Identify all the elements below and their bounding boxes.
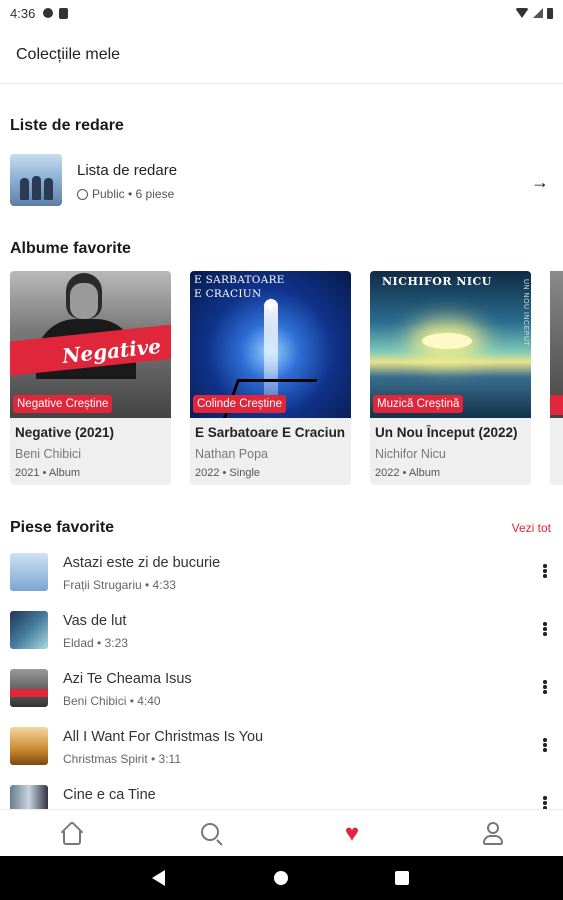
album-artist: Nichifor Nicu bbox=[375, 447, 446, 461]
song-meta: Christmas Spirit • 3:11 bbox=[63, 752, 182, 766]
sync-status-icon bbox=[43, 8, 54, 18]
song-row[interactable]: All I Want For Christmas Is You Christma… bbox=[0, 721, 563, 779]
playlists-heading: Liste de redare bbox=[10, 117, 124, 134]
playlist-meta: Public • 6 piese bbox=[77, 187, 174, 201]
song-cover bbox=[10, 611, 48, 649]
playlist-cover bbox=[10, 154, 62, 206]
album-cover-text: E SARBATOARE E CRACIUN bbox=[194, 274, 285, 300]
playlist-item[interactable]: Lista de redare Public • 6 piese → bbox=[0, 150, 563, 210]
song-meta: Frații Strugariu • 4:33 bbox=[63, 578, 176, 592]
album-meta: 2022 • Single bbox=[195, 467, 261, 479]
more-vert-icon[interactable] bbox=[543, 738, 547, 752]
album-carousel[interactable]: Negative Negative Creștine Negative (202… bbox=[10, 271, 563, 486]
song-row[interactable]: Cine e ca Tine bbox=[0, 779, 563, 809]
song-cover bbox=[10, 785, 48, 809]
album-card[interactable]: ✦ E SARBATOARE E CRACIUN Colinde Creștine… bbox=[190, 271, 351, 485]
status-bar: 4:36 bbox=[0, 0, 563, 26]
album-artist: Nathan Popa bbox=[195, 447, 268, 461]
see-all-link[interactable]: Vezi tot bbox=[512, 521, 551, 535]
recents-icon[interactable] bbox=[395, 871, 409, 885]
more-vert-icon[interactable] bbox=[543, 564, 547, 578]
search-icon[interactable] bbox=[200, 822, 224, 846]
album-card[interactable]: NICHIFOR NICU UN NOU INCEPUT Muzică Creș… bbox=[370, 271, 531, 485]
album-cover-text: NICHIFOR NICU bbox=[382, 275, 492, 288]
favorite-albums-heading: Albume favorite bbox=[10, 240, 131, 257]
album-genre-badge: Negative Creștine bbox=[13, 395, 113, 413]
top-app-bar: Colecțiile mele bbox=[0, 26, 563, 84]
status-time: 4:36 bbox=[10, 5, 36, 21]
playlist-meta-text: Public • 6 piese bbox=[92, 187, 175, 201]
battery-icon bbox=[547, 7, 553, 19]
album-meta: 2021 • Album bbox=[15, 467, 81, 479]
back-icon[interactable] bbox=[152, 870, 165, 886]
album-card-peek[interactable] bbox=[550, 271, 563, 485]
heart-icon[interactable]: ♥ bbox=[340, 822, 364, 846]
album-genre-badge: Muzică Creștină bbox=[373, 395, 464, 413]
sd-card-status-icon bbox=[59, 7, 69, 19]
song-row[interactable]: Astazi este zi de bucurie Frații Strugar… bbox=[0, 547, 563, 605]
wifi-icon bbox=[515, 8, 529, 18]
home-circle-icon[interactable] bbox=[274, 871, 288, 885]
favorite-songs-list: Astazi este zi de bucurie Frații Strugar… bbox=[0, 547, 563, 809]
album-genre-badge: Colinde Creștine bbox=[193, 395, 287, 413]
song-cover bbox=[10, 669, 48, 707]
album-meta: 2022 • Album bbox=[375, 467, 441, 479]
album-artist: Beni Chibici bbox=[15, 447, 82, 461]
song-meta: Beni Chibici • 4:40 bbox=[63, 694, 161, 708]
system-navigation-bar bbox=[0, 856, 563, 900]
more-vert-icon[interactable] bbox=[543, 622, 547, 636]
page-title: Colecțiile mele bbox=[16, 45, 121, 63]
album-card[interactable]: Negative Negative Creștine Negative (202… bbox=[10, 271, 171, 485]
bottom-navigation: ♥ bbox=[0, 809, 563, 856]
song-cover bbox=[10, 553, 48, 591]
song-cover bbox=[10, 727, 48, 765]
cell-signal-icon bbox=[533, 8, 543, 18]
song-meta: Eldad • 3:23 bbox=[63, 636, 128, 650]
song-row[interactable]: Azi Te Cheama Isus Beni Chibici • 4:40 bbox=[0, 663, 563, 721]
album-title: Negative (2021) bbox=[15, 425, 115, 440]
album-title: E Sarbatoare E Craciun bbox=[195, 425, 346, 440]
song-title: All I Want For Christmas Is You bbox=[63, 729, 264, 745]
playlist-name: Lista de redare bbox=[77, 162, 178, 179]
album-title: Un Nou Început (2022) bbox=[375, 425, 518, 440]
home-icon[interactable] bbox=[60, 820, 84, 846]
song-title: Vas de lut bbox=[63, 613, 127, 629]
arrow-right-icon[interactable]: → bbox=[531, 172, 549, 193]
more-vert-icon[interactable] bbox=[543, 796, 547, 809]
profile-icon[interactable] bbox=[481, 822, 505, 846]
song-title: Astazi este zi de bucurie bbox=[63, 555, 221, 571]
favorite-songs-heading: Piese favorite bbox=[10, 519, 115, 536]
globe-icon bbox=[77, 188, 88, 200]
more-vert-icon[interactable] bbox=[543, 680, 547, 694]
song-row[interactable]: Vas de lut Eldad • 3:23 bbox=[0, 605, 563, 663]
song-title: Cine e ca Tine bbox=[63, 787, 156, 803]
song-title: Azi Te Cheama Isus bbox=[63, 671, 192, 687]
